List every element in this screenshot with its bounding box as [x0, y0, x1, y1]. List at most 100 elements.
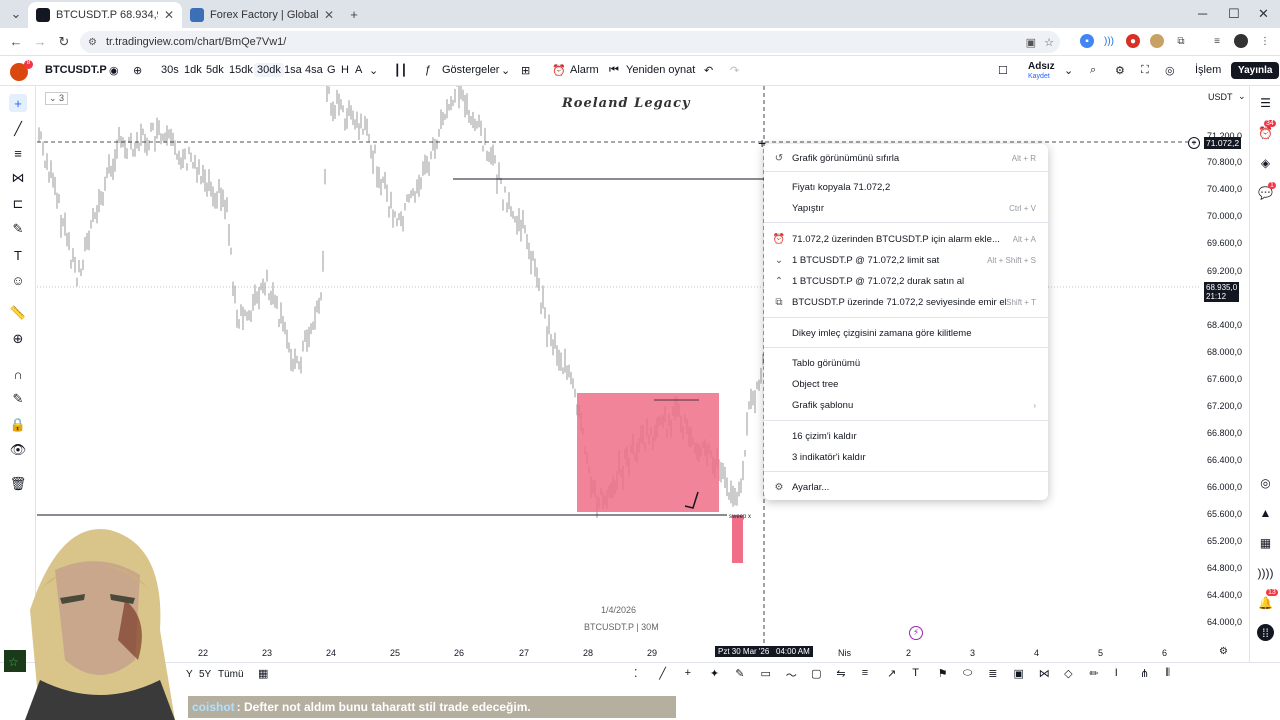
replay-icon[interactable]: ⏮: [609, 64, 619, 77]
note-tool-icon[interactable]: ▢: [811, 667, 821, 680]
tab-search-icon[interactable]: ⌄: [4, 6, 28, 22]
extensions-puzzle-icon[interactable]: ⧉: [1174, 34, 1188, 48]
brush-icon[interactable]: ✎: [9, 220, 27, 238]
time-axis[interactable]: 21222324252627282931Nis23456 Pzt 30 Mar …: [37, 643, 1228, 661]
quick-search-icon[interactable]: ⌕: [1090, 64, 1096, 77]
indicators-button[interactable]: Göstergeler: [442, 64, 499, 76]
interval-A[interactable]: A: [355, 64, 362, 76]
calendar-icon[interactable]: ▦: [1257, 534, 1274, 551]
cursor-tool-icon[interactable]: I: [1115, 667, 1118, 679]
range-all[interactable]: Tümü: [218, 669, 244, 680]
extension-icon[interactable]: ▪: [1080, 34, 1094, 48]
context-menu-item[interactable]: Fiyatı kopyala 71.072,2: [792, 178, 1036, 196]
node-tool-icon[interactable]: ⋈: [1039, 667, 1050, 680]
site-info-icon[interactable]: ⚙: [88, 37, 97, 48]
layout-icon[interactable]: ⊞: [521, 64, 530, 77]
alarm-icon[interactable]: ⏰: [552, 64, 566, 77]
browser-tab-tradingview[interactable]: BTCUSDT.P 68.934,9 ▲ +1,02% ✕: [28, 2, 182, 28]
stream-icon[interactable]: )))): [1257, 564, 1274, 581]
lightning-icon[interactable]: ⚡: [909, 626, 923, 640]
bars-tool-icon[interactable]: ⦀: [1165, 667, 1170, 680]
price-axis[interactable]: USDT ⌄ 71.200,0 70.800,0 70.400,0 70.000,0 6…: [1188, 86, 1248, 646]
crosshair-icon[interactable]: +: [9, 94, 27, 112]
pitchfork-tool-icon[interactable]: ⋔: [1140, 667, 1149, 680]
forward-icon[interactable]: →: [28, 34, 52, 49]
apps-grid-icon[interactable]: ⁞⁞: [1257, 624, 1274, 641]
visibility-icon[interactable]: 👁: [9, 441, 27, 459]
emoji-icon[interactable]: ☺: [9, 271, 27, 289]
text-icon[interactable]: T: [9, 246, 27, 264]
eraser-tool-icon[interactable]: ◇: [1064, 667, 1072, 680]
pen-tool-icon[interactable]: ✎: [735, 667, 744, 680]
line-tool-icon[interactable]: ╱: [659, 667, 666, 680]
axis-settings-icon[interactable]: ⚙: [1219, 646, 1228, 657]
context-menu-item[interactable]: Dikey imleç çizgisini zamana göre kilitl…: [792, 324, 1036, 342]
snapshot-icon[interactable]: ◎: [1165, 64, 1175, 77]
context-menu-item[interactable]: ⏰ 71.072,2 üzerinden BTCUSDT.P için alarm…: [773, 230, 1036, 248]
range-5Y[interactable]: 5Y: [199, 669, 211, 680]
context-menu-item[interactable]: Object tree: [792, 375, 1036, 393]
arrow-tool-icon[interactable]: ↗: [887, 667, 896, 680]
reload-icon[interactable]: ↻: [52, 34, 76, 50]
target-icon[interactable]: ◎: [1257, 474, 1274, 491]
currency-label[interactable]: USDT: [1208, 92, 1233, 102]
cross-tool-icon[interactable]: +: [685, 667, 691, 679]
indicators-icon[interactable]: ƒ: [425, 64, 431, 76]
context-menu-item[interactable]: Tablo görünümü: [792, 354, 1036, 372]
lock-icon[interactable]: 🔒: [9, 416, 27, 434]
fib-tool-icon[interactable]: ≡: [862, 667, 868, 679]
chart-type-icon[interactable]: ┃┃: [394, 64, 407, 77]
rect-tool-icon[interactable]: ▭: [761, 667, 771, 680]
interval-1dk[interactable]: 1dk: [184, 64, 202, 76]
context-menu-item[interactable]: 3 indikatör'i kaldır: [792, 448, 1036, 466]
interval-1sa[interactable]: 1sa: [284, 64, 302, 76]
context-menu-item[interactable]: Yapıştır Ctrl + V: [792, 199, 1036, 217]
context-menu-item[interactable]: ↺ Grafik görünümünü sıfırla Alt + R: [775, 149, 1036, 167]
url-field[interactable]: ⚙ tr.tradingview.com/chart/BmQe7Vw1/ ▣ ☆: [80, 31, 1060, 53]
undo-icon[interactable]: ↶: [704, 64, 713, 77]
extension-icon[interactable]: [1150, 34, 1164, 48]
interval-G[interactable]: G: [327, 64, 336, 76]
indicator-collapse[interactable]: ⌄ 3: [45, 92, 69, 105]
interval-30s[interactable]: 30s: [161, 64, 179, 76]
zoom-icon[interactable]: ⊕: [9, 330, 27, 348]
symbol-search[interactable]: BTCUSDT.P: [45, 64, 107, 76]
brush-tool-icon[interactable]: ✦: [710, 667, 719, 680]
menu-icon[interactable]: ⋮: [1258, 34, 1272, 48]
bookmark-star-icon[interactable]: ☆: [1044, 36, 1054, 49]
interval-15dk[interactable]: 15dk: [229, 64, 253, 76]
settings-icon[interactable]: ⚙: [1115, 64, 1125, 77]
context-menu-item[interactable]: ⌃ 1 BTCUSDT.P @ 71.072,2 durak satın al: [775, 272, 1036, 290]
new-tab-icon[interactable]: +: [342, 7, 366, 22]
fullscreen-toggle-icon[interactable]: ☐: [998, 64, 1008, 77]
maximize-icon[interactable]: ☐: [1228, 6, 1240, 22]
indicators-dropdown-icon[interactable]: ⌄: [501, 64, 510, 77]
trendline-icon[interactable]: ╱: [9, 120, 27, 138]
layers-icon[interactable]: ◈: [1257, 154, 1274, 171]
watchlist-icon[interactable]: ☰: [1257, 94, 1274, 111]
interval-dropdown-icon[interactable]: ⌄: [369, 64, 378, 77]
alarm-button[interactable]: Alarm: [570, 64, 599, 76]
back-icon[interactable]: ←: [4, 34, 28, 49]
measure-tool-icon[interactable]: ⇋: [836, 667, 845, 680]
interval-30dk[interactable]: 30dk: [254, 63, 284, 77]
minimize-icon[interactable]: ─: [1198, 6, 1207, 21]
close-tab-icon[interactable]: ✕: [164, 8, 174, 22]
prediction-icon[interactable]: ⊏: [9, 195, 27, 213]
ideas-icon[interactable]: ▲: [1257, 504, 1274, 521]
profile-avatar[interactable]: [1234, 34, 1248, 48]
fib-icon[interactable]: ≡: [9, 144, 27, 162]
publish-button[interactable]: Yayınla: [1231, 62, 1280, 79]
interval-H[interactable]: H: [341, 64, 349, 76]
date-range-icon[interactable]: ▦: [258, 667, 268, 680]
media-icon[interactable]: ≡: [1210, 34, 1224, 48]
fullscreen-icon[interactable]: ⛶: [1141, 64, 1149, 77]
replay-button[interactable]: Yeniden oynat: [626, 64, 695, 76]
list-tool-icon[interactable]: ≣: [988, 667, 997, 680]
ruler-icon[interactable]: 📏: [9, 304, 27, 322]
redo-icon[interactable]: ↷: [730, 64, 739, 77]
user-name[interactable]: Adsız: [1028, 61, 1055, 72]
add-alert-plus-icon[interactable]: +: [1188, 137, 1200, 149]
context-menu-item[interactable]: 16 çizim'i kaldır: [792, 427, 1036, 445]
context-menu-item[interactable]: ⧉ BTCUSDT.P üzerinde 71.072,2 seviyesinde…: [775, 293, 1036, 311]
